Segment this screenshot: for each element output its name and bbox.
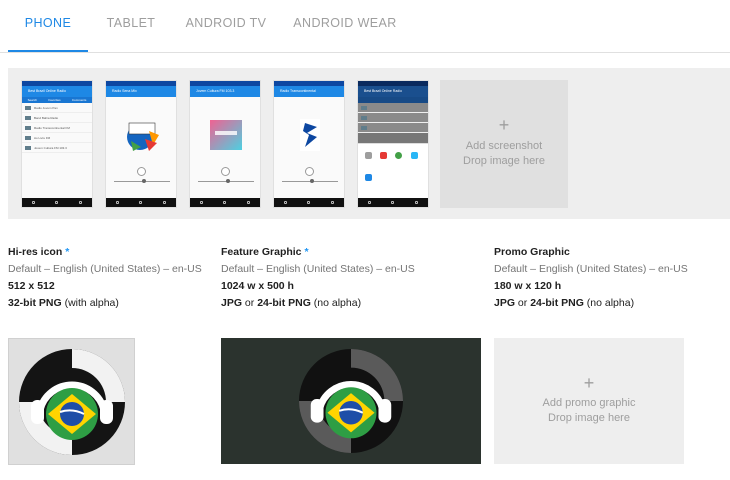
app-bar-title: Best Brazil Online Radio [22,86,92,97]
station-logo-image [300,119,320,151]
station-logo-image [210,120,242,150]
list-item: Ao Livre FM [22,133,92,143]
app-icon [411,152,418,159]
drop-image-hint: Drop image here [548,412,630,424]
screenshot-thumbnail[interactable]: Radio Sena Mix [105,80,177,208]
list-item [358,113,428,123]
format-label: JPG or 24-bit PNG (no alpha) [221,297,362,309]
station-logo-image [127,122,159,151]
android-nav-bar [22,198,92,207]
brazil-radio-logo-icon [19,349,125,455]
list-item: Radio Transcontinental FM [22,123,92,133]
language-label: Default – English (United States) – en-U… [494,263,688,275]
dimensions-label: 180 w x 120 h [494,280,562,292]
feature-graphic-info: Feature Graphic * Default – English (Unit… [221,244,491,312]
app-bar-title: Jovem Cultura FM 103.3 [190,86,260,97]
brazil-radio-logo-icon [298,348,404,454]
language-label: Default – English (United States) – en-U… [8,263,202,275]
feature-graphic-preview[interactable] [221,338,481,464]
play-icon [221,167,230,176]
seek-bar [282,179,338,183]
dimensions-label: 512 x 512 [8,280,55,292]
app-bar-title: Radio Transcontinental [274,86,344,97]
android-nav-bar [358,198,428,207]
list-item [358,123,428,133]
add-promo-graphic-dropzone[interactable]: + Add promo graphic Drop image here [494,338,684,464]
app-bar-title: Best Brazil Online Radio [358,86,428,97]
feature-graphic-title: Feature Graphic [221,246,302,258]
hangouts-icon [395,152,402,159]
android-beam-icon [365,174,372,181]
copy-icon [365,152,372,159]
required-marker: * [304,246,309,258]
hires-icon-title: Hi-res icon [8,246,63,258]
screenshot-thumbnail[interactable]: Best Brazil Online Radio [357,80,429,208]
plus-icon: + [583,373,595,393]
tab-tablet[interactable]: TABLET [92,0,170,52]
hires-icon-info: Hi-res icon * Default – English (United S… [8,244,218,312]
plus-icon: + [498,115,510,135]
drop-image-hint: Drop image here [463,155,545,167]
android-nav-bar [190,198,260,207]
android-nav-bar [274,198,344,207]
screenshot-thumbnail[interactable]: Jovem Cultura FM 103.3 [189,80,261,208]
play-icon [137,167,146,176]
play-icon [305,167,314,176]
language-label: Default – English (United States) – en-U… [221,263,415,275]
share-sheet [358,143,428,200]
promo-graphic-info: Promo Graphic Default – English (United … [494,244,730,312]
list-item [358,103,428,113]
dimensions-label: 1024 w x 500 h [221,280,294,292]
device-tabs: PHONE TABLET ANDROID TV ANDROID WEAR [0,0,730,53]
tab-android-tv[interactable]: ANDROID TV [180,0,272,52]
seek-bar [114,179,170,183]
format-label: JPG or 24-bit PNG (no alpha) [494,297,635,309]
list-item: Radio Jovem Pan [22,103,92,113]
list-item: Jovem Cultura FM 103.3 [22,143,92,153]
screenshot-thumbnail[interactable]: Best Brazil Online Radio Search Favorite… [21,80,93,208]
screenshot-strip: Best Brazil Online Radio Search Favorite… [8,68,730,219]
gmail-icon [380,152,387,159]
seek-bar [198,179,254,183]
required-marker: * [65,246,70,258]
promo-graphic-title: Promo Graphic [494,246,570,258]
hires-icon-preview[interactable] [8,338,135,465]
screenshot-thumbnail[interactable]: Radio Transcontinental [273,80,345,208]
tab-android-wear[interactable]: ANDROID WEAR [290,0,400,52]
android-nav-bar [106,198,176,207]
app-bar-title: Radio Sena Mix [106,86,176,97]
add-screenshot-label: Add screenshot [465,140,543,152]
add-screenshot-dropzone[interactable]: + Add screenshot Drop image here [440,80,568,208]
tab-phone[interactable]: PHONE [8,0,88,52]
list-item: Band Bahia Radio [22,113,92,123]
add-promo-graphic-label: Add promo graphic [542,397,636,409]
format-label: 32-bit PNG (with alpha) [8,297,119,309]
